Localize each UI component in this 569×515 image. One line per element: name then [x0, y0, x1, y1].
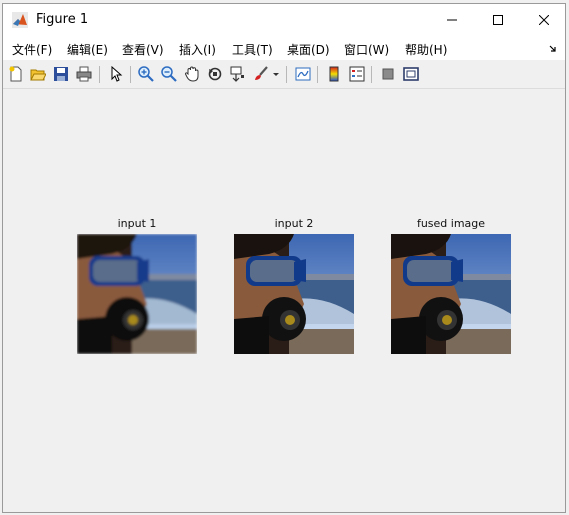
minimize-icon — [447, 19, 457, 21]
open-icon[interactable] — [30, 66, 46, 82]
panel-title-input-1: input 1 — [117, 217, 157, 230]
new-figure-icon[interactable] — [8, 66, 24, 82]
window-title: Figure 1 — [36, 12, 89, 27]
brush-icon[interactable] — [253, 66, 269, 82]
figure-window: Figure 1 文件(F) 编辑(E) 查看(V) 插入(I) 工具(T) 桌… — [2, 3, 566, 513]
brush-dropdown-icon[interactable] — [272, 66, 280, 82]
colorbar-icon[interactable] — [326, 66, 342, 82]
menu-help[interactable]: 帮助(H) — [405, 41, 447, 58]
minimize-button[interactable] — [429, 4, 475, 36]
print-icon[interactable] — [76, 66, 92, 82]
toolbar-separator — [130, 66, 131, 83]
link-plot-icon[interactable] — [295, 66, 311, 82]
menu-view[interactable]: 查看(V) — [122, 41, 164, 58]
show-plot-tools-icon[interactable] — [403, 66, 419, 82]
image-fused — [391, 234, 511, 354]
image-input-2 — [234, 234, 354, 354]
menu-tools[interactable]: 工具(T) — [232, 41, 273, 58]
maximize-button[interactable] — [475, 4, 521, 36]
maximize-icon — [493, 15, 503, 25]
hide-plot-tools-icon[interactable] — [380, 66, 396, 82]
rotate-3d-icon[interactable] — [207, 66, 223, 82]
title-bar[interactable]: Figure 1 — [3, 4, 565, 36]
zoom-out-icon[interactable] — [161, 66, 177, 82]
data-cursor-icon[interactable] — [230, 66, 246, 82]
select-arrow-icon[interactable] — [108, 66, 124, 82]
menu-insert[interactable]: 插入(I) — [179, 41, 216, 58]
dock-arrow-icon[interactable] — [549, 45, 557, 53]
close-button[interactable] — [521, 4, 567, 36]
toolbar-separator — [99, 66, 100, 83]
figure-toolbar — [3, 60, 565, 89]
panel-title-input-2: input 2 — [274, 217, 314, 230]
close-icon — [539, 15, 549, 25]
toolbar-separator — [371, 66, 372, 83]
matlab-logo-icon — [12, 12, 28, 28]
zoom-in-icon[interactable] — [138, 66, 154, 82]
toolbar-separator — [286, 66, 287, 83]
toolbar-separator — [317, 66, 318, 83]
panel-title-fused-image: fused image — [416, 217, 486, 230]
menu-window[interactable]: 窗口(W) — [344, 41, 389, 58]
save-icon[interactable] — [53, 66, 69, 82]
image-input-1 — [77, 234, 197, 354]
menu-bar: 文件(F) 编辑(E) 查看(V) 插入(I) 工具(T) 桌面(D) 窗口(W… — [3, 36, 565, 60]
menu-edit[interactable]: 编辑(E) — [67, 41, 108, 58]
legend-icon[interactable] — [349, 66, 365, 82]
menu-file[interactable]: 文件(F) — [12, 41, 52, 58]
pan-hand-icon[interactable] — [184, 66, 200, 82]
menu-desktop[interactable]: 桌面(D) — [287, 41, 330, 58]
